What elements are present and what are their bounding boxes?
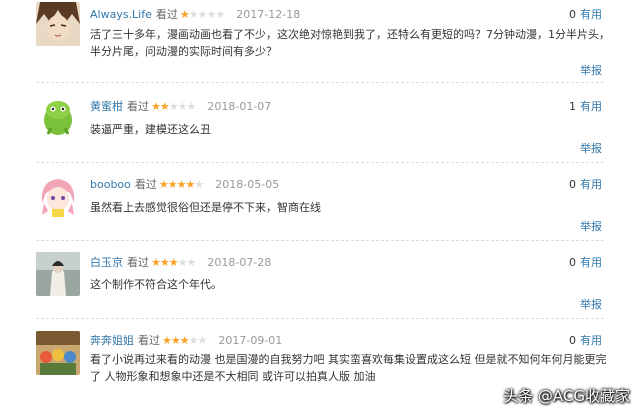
watch-status: 看过	[155, 8, 178, 21]
star-empty-icon: ★	[194, 178, 204, 191]
useful-vote[interactable]: 0 有用	[569, 256, 602, 270]
username[interactable]: Always.Life	[90, 8, 152, 21]
username[interactable]: booboo	[90, 178, 131, 191]
useful-button[interactable]: 有用	[580, 178, 602, 191]
useful-vote[interactable]: 0 有用	[569, 334, 602, 348]
comment-meta: Always.Life 看过 ★★★★★ 2017-12-18	[90, 8, 300, 22]
toutiao-logo-icon	[482, 386, 500, 404]
rating-stars: ★★★★★	[151, 256, 197, 269]
star-filled-icon: ★	[179, 334, 190, 347]
star-empty-icon: ★	[168, 100, 179, 113]
watch-status: 看过	[127, 256, 149, 269]
comment-date: 2018-05-05	[215, 178, 280, 191]
star-filled-icon: ★	[168, 256, 179, 269]
report-link[interactable]: 举报	[580, 218, 602, 234]
useful-vote[interactable]: 1 有用	[569, 100, 602, 114]
report-link[interactable]: 举报	[580, 62, 602, 78]
star-empty-icon: ★	[186, 100, 197, 113]
comment-text: 这个制作不符合这个年代。	[90, 278, 222, 291]
star-empty-icon: ★	[177, 100, 188, 113]
star-empty-icon: ★	[188, 8, 199, 21]
star-filled-icon: ★	[179, 8, 190, 21]
report-link[interactable]: 举报	[580, 296, 602, 312]
comment-meta: booboo 看过 ★★★★★ 2018-05-05	[90, 178, 279, 192]
star-filled-icon: ★	[158, 178, 169, 191]
rating-stars: ★★★★★	[151, 100, 197, 113]
comment-text: 装逼严重，建模还这么丑	[90, 123, 211, 136]
comment-meta: 奔奔姐姐 看过 ★★★★★ 2017-09-01	[90, 334, 282, 348]
star-empty-icon: ★	[197, 334, 208, 347]
star-filled-icon: ★	[159, 256, 170, 269]
star-filled-icon: ★	[159, 100, 170, 113]
divider	[36, 82, 604, 83]
username[interactable]: 黄蜜柑	[90, 100, 123, 113]
comment-meta: 白玉京 看过 ★★★★★ 2018-07-28	[90, 256, 271, 270]
useful-count: 0	[569, 256, 576, 269]
useful-button[interactable]: 有用	[580, 334, 602, 347]
avatar[interactable]	[36, 252, 80, 296]
star-filled-icon: ★	[170, 334, 181, 347]
watermark: 头条 @ACG收藏家	[482, 385, 630, 406]
watch-status: 看过	[138, 334, 160, 347]
avatar[interactable]	[36, 2, 80, 46]
star-empty-icon: ★	[197, 8, 208, 21]
star-empty-icon: ★	[188, 334, 199, 347]
divider	[36, 162, 604, 163]
star-filled-icon: ★	[162, 334, 172, 347]
comment-date: 2018-01-07	[207, 100, 272, 113]
star-filled-icon: ★	[167, 178, 178, 191]
avatar[interactable]	[36, 173, 80, 217]
divider	[36, 318, 604, 319]
watch-status: 看过	[134, 178, 157, 191]
comment-text: 看了小说再过来看的动漫 也是国漫的自我努力吧 其实蛮喜欢每集设置成这么短 但是就…	[90, 353, 607, 383]
comment-text: 活了三十多年，漫画动画也看了不少，这次绝对惊艳到我了，还特么有更短的吗？7分钟动…	[90, 28, 610, 58]
useful-count: 0	[569, 178, 576, 191]
star-empty-icon: ★	[215, 8, 225, 21]
star-filled-icon: ★	[151, 256, 161, 269]
comment-text: 虽然看上去感觉很俗但还是停不下来，智商在线	[90, 201, 321, 214]
comment-meta: 黄蜜柑 看过 ★★★★★ 2018-01-07	[90, 100, 271, 114]
useful-count: 1	[569, 100, 576, 113]
avatar[interactable]	[36, 331, 80, 375]
star-filled-icon: ★	[176, 178, 187, 191]
avatar[interactable]	[36, 94, 80, 138]
username[interactable]: 奔奔姐姐	[90, 334, 134, 347]
divider	[36, 240, 604, 241]
rating-stars: ★★★★★	[158, 178, 204, 191]
useful-count: 0	[569, 8, 576, 21]
watermark-text: 头条 @ACG收藏家	[503, 387, 630, 405]
useful-vote[interactable]: 0 有用	[569, 178, 602, 192]
star-empty-icon: ★	[186, 256, 197, 269]
comment-date: 2018-07-28	[207, 256, 272, 269]
username[interactable]: 白玉京	[90, 256, 123, 269]
report-link[interactable]: 举报	[580, 140, 602, 156]
useful-button[interactable]: 有用	[580, 100, 602, 113]
comment-date: 2017-12-18	[236, 8, 301, 21]
useful-button[interactable]: 有用	[580, 8, 602, 21]
comment-date: 2017-09-01	[218, 334, 283, 347]
useful-button[interactable]: 有用	[580, 256, 602, 269]
rating-stars: ★★★★★	[162, 334, 208, 347]
useful-count: 0	[569, 334, 576, 347]
rating-stars: ★★★★★	[179, 8, 225, 21]
useful-vote[interactable]: 0 有用	[569, 8, 602, 22]
star-filled-icon: ★	[151, 100, 161, 113]
star-empty-icon: ★	[177, 256, 188, 269]
watch-status: 看过	[127, 100, 149, 113]
